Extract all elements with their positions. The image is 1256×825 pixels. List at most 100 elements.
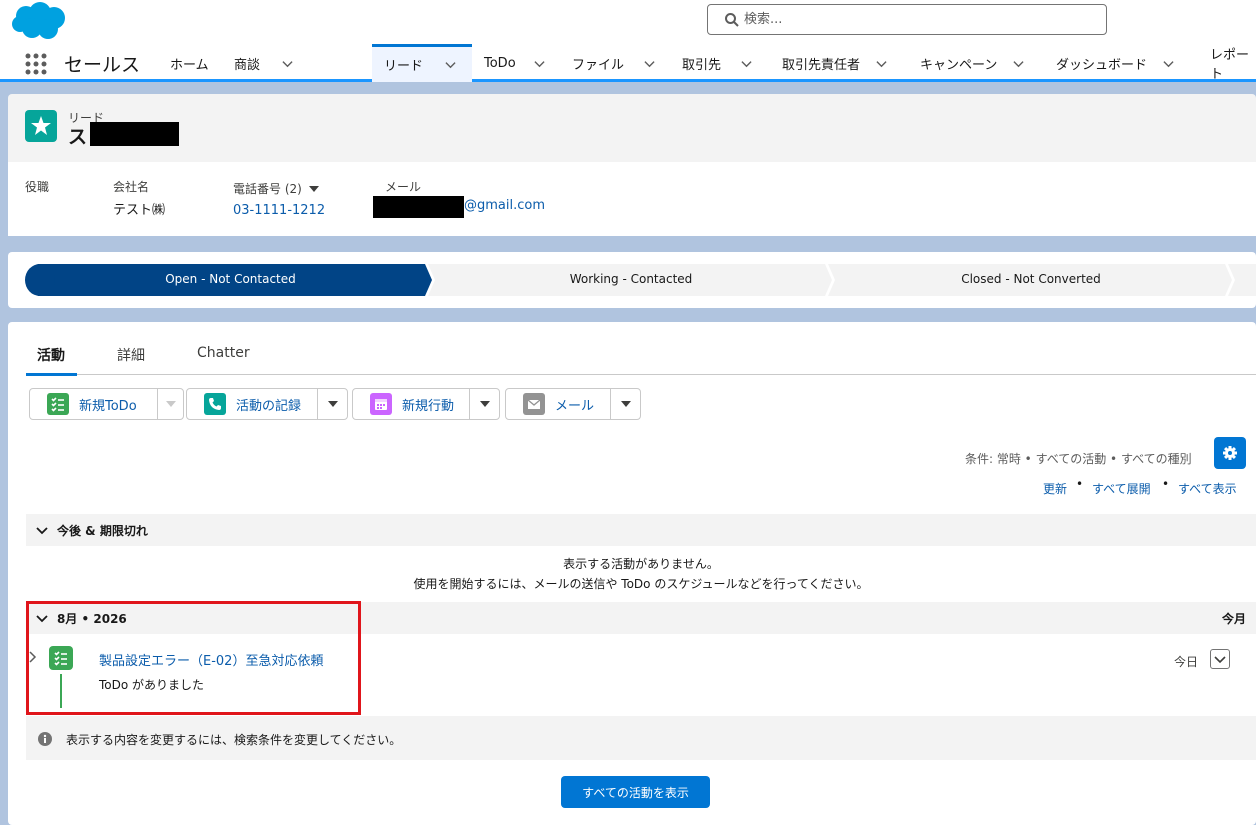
nav-tabs: ホーム 商談 リード ToDo ファイル 取引先 取引先責任者 キャンペーン ダ…: [158, 44, 1256, 82]
caret-down-icon: [620, 401, 631, 407]
nav-tab-home[interactable]: ホーム: [158, 44, 222, 82]
nav-tab-label: ファイル: [572, 57, 625, 73]
email-link[interactable]: @gmail.com: [464, 198, 545, 213]
info-icon: [38, 732, 52, 746]
action-label: メール: [555, 398, 595, 414]
separator-dot: •: [1076, 477, 1084, 491]
chevron-down-icon[interactable]: [741, 58, 752, 69]
tab-activity[interactable]: 活動: [26, 345, 77, 376]
chevron-down-icon[interactable]: [282, 58, 293, 69]
log-call-dropdown[interactable]: [317, 389, 347, 419]
email-button[interactable]: メール: [506, 389, 610, 419]
nav-tab-campaigns[interactable]: キャンペーン: [908, 44, 1044, 82]
gear-icon: [1223, 446, 1237, 460]
new-todo-button[interactable]: 新規ToDo: [30, 389, 157, 419]
show-all-activities-button[interactable]: すべての活動を表示: [561, 776, 710, 808]
global-search[interactable]: [707, 4, 1107, 35]
record-highlights: リード ス 役職 会社名 テスト㈱ 電話番号 (2) 03-1111-1212 …: [8, 94, 1256, 236]
new-todo-dropdown[interactable]: [157, 389, 183, 419]
redacted-name-block: [90, 122, 179, 146]
record-tabs: 活動 詳細 Chatter: [26, 342, 1256, 376]
filter-summary: 条件: 常時 • すべての活動 • すべての種別: [965, 452, 1192, 466]
search-input[interactable]: [744, 9, 1094, 30]
chevron-down-icon: [36, 527, 48, 535]
nav-tab-opportunities[interactable]: 商談: [222, 44, 372, 82]
info-text: 表示する内容を変更するには、検索条件を変更してください。: [66, 733, 402, 747]
upcoming-overdue-group-header[interactable]: 今後 & 期限切れ: [26, 514, 1256, 546]
nav-tab-label: 取引先責任者: [782, 57, 861, 73]
row-actions-menu[interactable]: [1210, 649, 1230, 669]
path-stage-current-label[interactable]: Open - Not Contacted: [28, 272, 433, 286]
chevron-down-icon[interactable]: [445, 59, 456, 70]
separator-dot: •: [1162, 477, 1170, 491]
global-header: [0, 0, 1256, 44]
empty-state-hint: 使用を開始するには、メールの送信や ToDo のスケジュールなどを行ってください…: [413, 577, 869, 591]
nav-tab-label: レポート: [1210, 48, 1250, 82]
task-icon: [47, 393, 69, 415]
caret-down-icon[interactable]: [308, 185, 319, 193]
highlight-annotation-box: [26, 601, 361, 715]
tab-details[interactable]: 詳細: [117, 345, 145, 373]
app-launcher-icon[interactable]: [24, 52, 48, 76]
field-email: メール: [385, 178, 421, 195]
nav-tab-reports[interactable]: レポート: [1198, 44, 1256, 82]
nav-tab-label: 商談: [234, 57, 261, 73]
caret-down-icon: [479, 401, 490, 407]
nav-tab-label: ToDo: [484, 55, 516, 71]
expand-all-link[interactable]: すべて展開: [1092, 480, 1151, 497]
chevron-down-icon[interactable]: [1163, 58, 1174, 69]
refresh-link[interactable]: 更新: [1043, 480, 1067, 497]
chevron-down-icon: [1214, 656, 1226, 664]
log-call-button[interactable]: 活動の記録: [187, 389, 317, 419]
email-button-group: メール: [505, 388, 641, 420]
salesforce-cloud-icon[interactable]: [10, 2, 70, 40]
nav-tab-files[interactable]: ファイル: [560, 44, 670, 82]
email-dropdown[interactable]: [610, 389, 640, 419]
calendar-icon: [370, 393, 392, 415]
highlights-fields: 役職 会社名 テスト㈱ 電話番号 (2) 03-1111-1212 メール @g…: [8, 162, 1256, 236]
new-event-button-group: 新規行動: [352, 388, 500, 420]
month-group-label: 今月: [1221, 612, 1246, 626]
log-call-icon: [204, 393, 226, 415]
app-name: セールス: [64, 54, 141, 76]
record-name: ス: [68, 126, 88, 148]
activity-panel: 活動 詳細 Chatter 新規ToDo 活動の記録 新規行動 メール 条件: …: [8, 322, 1256, 825]
tab-chatter[interactable]: Chatter: [197, 345, 250, 369]
chevron-down-icon[interactable]: [644, 58, 655, 69]
nav-tab-label: リード: [384, 59, 424, 74]
info-banner: 表示する内容を変更するには、検索条件を変更してください。: [26, 716, 1256, 760]
view-all-link[interactable]: すべて表示: [1178, 480, 1237, 497]
field-company: 会社名 テスト㈱: [113, 178, 165, 218]
field-title: 役職: [25, 178, 49, 195]
field-label-row: 電話番号 (2): [233, 180, 325, 197]
filter-settings-button[interactable]: [1214, 437, 1246, 469]
caret-down-icon: [165, 401, 176, 407]
nav-tab-dashboards[interactable]: ダッシュボード: [1044, 44, 1198, 82]
nav-tab-label: ダッシュボード: [1056, 57, 1148, 73]
sales-path: Open - Not Contacted Working - Contacted…: [8, 252, 1256, 308]
phone-link[interactable]: 03-1111-1212: [233, 203, 325, 218]
nav-tab-accounts[interactable]: 取引先: [670, 44, 770, 82]
field-label: 役職: [25, 180, 50, 194]
nav-tab-label: ホーム: [170, 57, 209, 73]
new-todo-button-group: 新規ToDo: [29, 388, 184, 420]
company-value: テスト㈱: [113, 203, 166, 218]
new-event-button[interactable]: 新規行動: [353, 389, 469, 419]
nav-tab-contacts[interactable]: 取引先責任者: [770, 44, 908, 82]
nav-tab-label: 取引先: [682, 57, 722, 73]
nav-tab-label: キャンペーン: [920, 57, 998, 73]
chevron-down-icon[interactable]: [1013, 58, 1024, 69]
path-stage-label[interactable]: Closed - Not Converted: [836, 272, 1226, 286]
path-stage-label[interactable]: Working - Contacted: [436, 272, 826, 286]
field-label: 電話番号 (2): [233, 182, 302, 196]
nav-tab-todo[interactable]: ToDo: [472, 44, 560, 82]
path-stage-4: [1228, 264, 1256, 296]
email-icon: [523, 393, 545, 415]
field-label: 会社名: [113, 180, 150, 194]
task-date: 今日: [1174, 655, 1199, 669]
nav-tab-leads[interactable]: リード: [372, 44, 472, 82]
action-label: 新規ToDo: [79, 398, 137, 414]
chevron-down-icon[interactable]: [534, 58, 545, 69]
chevron-down-icon[interactable]: [876, 58, 887, 69]
new-event-dropdown[interactable]: [469, 389, 499, 419]
